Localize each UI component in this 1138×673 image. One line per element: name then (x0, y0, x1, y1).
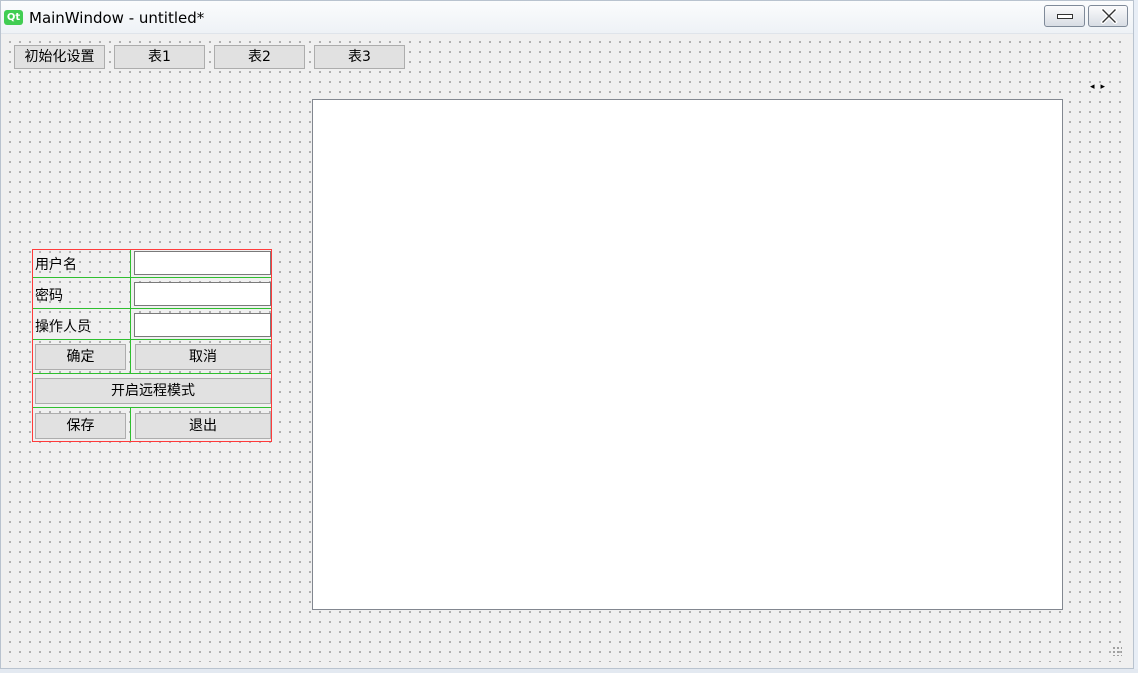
confirm-button[interactable]: 确定 (35, 344, 126, 370)
minimize-button[interactable] (1044, 5, 1085, 27)
grid-divider (33, 339, 271, 340)
resize-grip-icon[interactable] (1112, 646, 1122, 656)
grid-divider (33, 407, 271, 408)
operator-input[interactable] (134, 313, 271, 337)
table2-button[interactable]: 表2 (214, 45, 305, 69)
close-button[interactable] (1088, 5, 1128, 27)
operator-label: 操作人员 (35, 319, 91, 335)
qt-logo-icon: Qt (4, 10, 23, 25)
scroll-arrows-icon[interactable]: ◂▸ (1090, 82, 1111, 92)
grid-divider (130, 250, 131, 373)
remote-mode-button[interactable]: 开启远程模式 (35, 378, 271, 404)
password-input[interactable] (134, 282, 271, 306)
grid-divider (130, 408, 131, 441)
minimize-icon (1057, 14, 1073, 19)
grid-divider (33, 308, 271, 309)
username-input[interactable] (134, 251, 271, 275)
grid-divider (33, 277, 271, 278)
cancel-button[interactable]: 取消 (135, 344, 271, 370)
close-icon (1100, 8, 1118, 24)
graphics-view[interactable] (312, 99, 1063, 610)
table1-button[interactable]: 表1 (114, 45, 205, 69)
table3-button[interactable]: 表3 (314, 45, 405, 69)
init-settings-button[interactable]: 初始化设置 (14, 45, 105, 69)
exit-button[interactable]: 退出 (135, 413, 271, 439)
login-grid-layout: 用户名 密码 操作人员 确定 取消 开启远程模式 保存 退出 (32, 249, 272, 442)
save-button[interactable]: 保存 (35, 413, 126, 439)
password-label: 密码 (35, 288, 63, 304)
username-label: 用户名 (35, 257, 77, 273)
designer-form-canvas: 初始化设置 表1 表2 表3 ◂▸ 用户名 密码 操作人员 确定 取消 开启远程… (2, 34, 1128, 662)
main-window: Qt MainWindow - untitled* 初始化设置 表1 表2 表3… (0, 0, 1134, 669)
grid-divider (33, 373, 271, 374)
title-bar[interactable]: Qt MainWindow - untitled* (1, 1, 1133, 34)
window-title: MainWindow - untitled* (29, 9, 205, 27)
window-bottom-edge (0, 669, 1138, 673)
